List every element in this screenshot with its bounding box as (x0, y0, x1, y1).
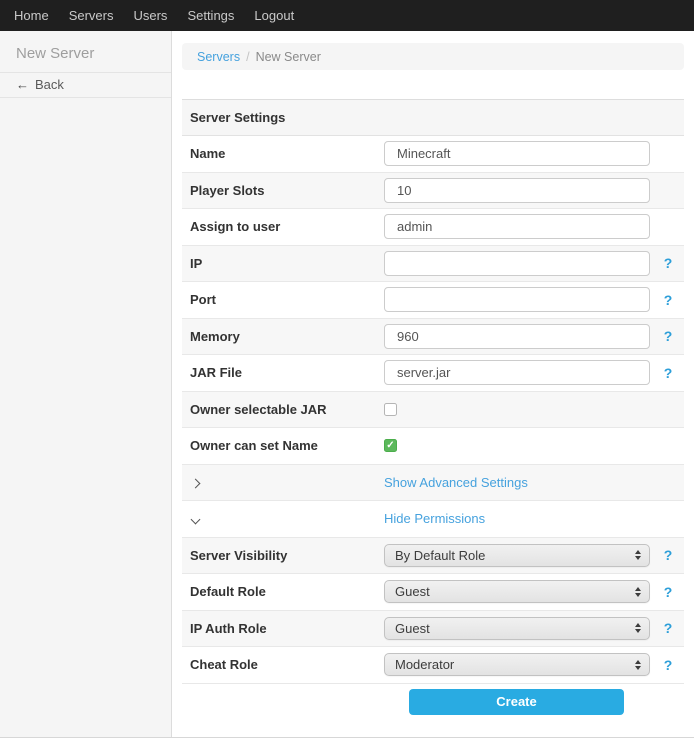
form-row-owner-can-set-name: Owner can set Name ✓ (182, 428, 684, 465)
owner-can-set-name-label: Owner can set Name (190, 438, 384, 453)
assign-to-user-label: Assign to user (190, 219, 384, 234)
name-label: Name (190, 146, 384, 161)
form-row-assign-to-user: Assign to user (182, 209, 684, 246)
form-row-default-role: Default Role Guest ? (182, 574, 684, 611)
ip-auth-role-label: IP Auth Role (190, 621, 384, 636)
cheat-role-select[interactable]: Moderator (384, 653, 650, 676)
back-label: Back (35, 77, 64, 92)
memory-label: Memory (190, 329, 384, 344)
default-role-label: Default Role (190, 584, 384, 599)
port-label: Port (190, 292, 384, 307)
breadcrumb-servers-link[interactable]: Servers (197, 50, 240, 64)
player-slots-label: Player Slots (190, 183, 384, 198)
breadcrumb-separator: / (246, 50, 249, 64)
select-arrows-icon (635, 550, 641, 560)
server-settings-panel: Server Settings Name Player Slots Assign… (182, 99, 684, 731)
chevron-down-icon (191, 515, 201, 525)
owner-selectable-jar-label: Owner selectable JAR (190, 402, 384, 417)
name-input[interactable] (384, 141, 650, 166)
nav-item-servers[interactable]: Servers (59, 0, 124, 31)
nav-item-users[interactable]: Users (123, 0, 177, 31)
form-row-ip-auth-role: IP Auth Role Guest ? (182, 611, 684, 648)
jar-file-help-icon[interactable]: ? (660, 365, 676, 381)
back-arrow-icon: ← (16, 77, 29, 92)
ip-label: IP (190, 256, 384, 271)
form-row-jar-file: JAR File ? (182, 355, 684, 392)
form-footer: Create (182, 684, 684, 731)
cheat-role-label: Cheat Role (190, 657, 384, 672)
form-row-player-slots: Player Slots (182, 173, 684, 210)
nav-item-home[interactable]: Home (4, 0, 59, 31)
cheat-role-help-icon[interactable]: ? (660, 657, 676, 673)
form-row-owner-selectable-jar: Owner selectable JAR ✓ (182, 392, 684, 429)
owner-can-set-name-checkbox[interactable]: ✓ (384, 439, 397, 452)
nav-item-logout[interactable]: Logout (244, 0, 304, 31)
top-navbar: Home Servers Users Settings Logout (0, 0, 694, 31)
ip-auth-role-help-icon[interactable]: ? (660, 620, 676, 636)
sidebar: New Server ← Back (0, 31, 172, 737)
default-role-select[interactable]: Guest (384, 580, 650, 603)
check-icon: ✓ (386, 441, 394, 451)
form-row-permissions-toggle: Hide Permissions (182, 501, 684, 538)
jar-file-label: JAR File (190, 365, 384, 380)
ip-input[interactable] (384, 251, 650, 276)
back-button[interactable]: ← Back (0, 73, 171, 98)
jar-file-input[interactable] (384, 360, 650, 385)
port-input[interactable] (384, 287, 650, 312)
memory-input[interactable] (384, 324, 650, 349)
memory-help-icon[interactable]: ? (660, 328, 676, 344)
select-arrows-icon (635, 587, 641, 597)
form-row-advanced-toggle: Show Advanced Settings (182, 465, 684, 502)
default-role-help-icon[interactable]: ? (660, 584, 676, 600)
selected-value: Guest (395, 621, 635, 636)
chevron-right-icon (191, 478, 201, 488)
form-row-memory: Memory ? (182, 319, 684, 356)
select-arrows-icon (635, 623, 641, 633)
panel-title: Server Settings (182, 100, 684, 136)
server-visibility-select[interactable]: By Default Role (384, 544, 650, 567)
selected-value: By Default Role (395, 548, 635, 563)
sidebar-page-title: New Server (0, 31, 171, 73)
selected-value: Moderator (395, 657, 635, 672)
select-arrows-icon (635, 660, 641, 670)
form-row-server-visibility: Server Visibility By Default Role ? (182, 538, 684, 575)
form-row-cheat-role: Cheat Role Moderator ? (182, 647, 684, 684)
port-help-icon[interactable]: ? (660, 292, 676, 308)
server-visibility-label: Server Visibility (190, 548, 384, 563)
form-row-port: Port ? (182, 282, 684, 319)
assign-to-user-input[interactable] (384, 214, 650, 239)
ip-help-icon[interactable]: ? (660, 255, 676, 271)
ip-auth-role-select[interactable]: Guest (384, 617, 650, 640)
show-advanced-settings-link[interactable]: Show Advanced Settings (384, 475, 528, 490)
breadcrumb: Servers / New Server (182, 43, 684, 70)
nav-item-settings[interactable]: Settings (177, 0, 244, 31)
form-row-ip: IP ? (182, 246, 684, 283)
page-body: New Server ← Back Servers / New Server S… (0, 31, 694, 738)
server-visibility-help-icon[interactable]: ? (660, 547, 676, 563)
main-content: Servers / New Server Server Settings Nam… (172, 31, 694, 737)
selected-value: Guest (395, 584, 635, 599)
create-button[interactable]: Create (409, 689, 624, 715)
form-row-name: Name (182, 136, 684, 173)
breadcrumb-current: New Server (256, 50, 321, 64)
owner-selectable-jar-checkbox[interactable]: ✓ (384, 403, 397, 416)
player-slots-input[interactable] (384, 178, 650, 203)
hide-permissions-link[interactable]: Hide Permissions (384, 511, 485, 526)
